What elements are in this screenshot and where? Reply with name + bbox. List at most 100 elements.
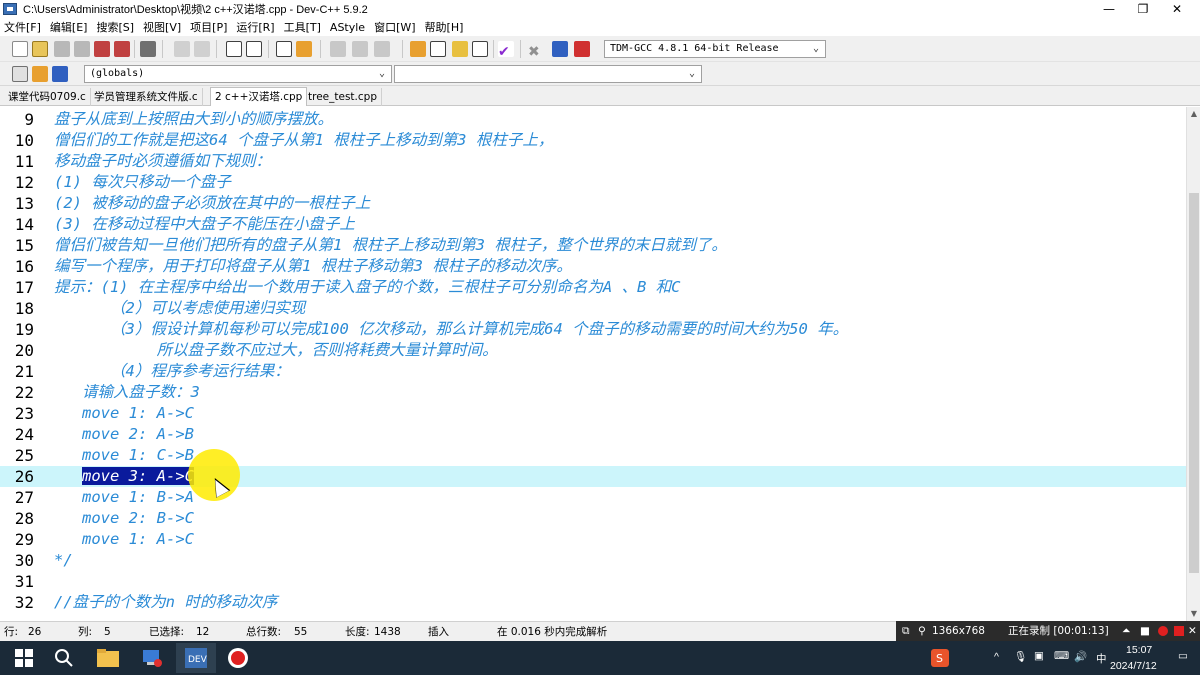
goto-line-icon[interactable]	[296, 41, 312, 57]
line-number: 27	[14, 488, 34, 507]
code-line: 30 */	[0, 550, 1186, 571]
code-line: 17 提示：(1) 在主程序中给出一个数用于读入盘子的个数，三根柱子可分别命名为A…	[0, 277, 1186, 298]
close-button[interactable]: ✕	[1154, 0, 1200, 18]
clock-date[interactable]: 2024/7/12	[1110, 660, 1157, 672]
scroll-down-icon[interactable]: ▼	[1187, 607, 1200, 621]
toolbar-separator	[216, 40, 217, 58]
tab-hanoi[interactable]: 2 c++汉诺塔.cpp	[210, 87, 308, 106]
menu-project[interactable]: 项目[P]	[190, 19, 227, 35]
recorder-collapse-icon[interactable]: ⏶	[1122, 621, 1130, 641]
network-app-icon[interactable]	[132, 643, 172, 673]
menu-window[interactable]: 窗口[W]	[374, 19, 415, 35]
tab-classroom-code[interactable]: 课堂代码0709.c	[4, 88, 91, 106]
scope-select[interactable]: (globals) ⌄	[84, 65, 392, 83]
pause-icon[interactable]	[1174, 626, 1184, 636]
undo-icon[interactable]	[174, 41, 190, 57]
print-icon[interactable]	[140, 41, 156, 57]
goto-icon[interactable]	[52, 66, 68, 82]
code-text: 僧侣们的工作就是把这64 个盘子从第1 根柱子上移动到第3 根柱子上，	[54, 131, 554, 149]
scope-value: (globals)	[90, 68, 145, 79]
status-col-label: 列:	[78, 626, 93, 638]
code-text: 僧侣们被告知一旦他们把所有的盘子从第1 根柱子上移动到第3 根柱子，整个世界的末…	[54, 236, 727, 254]
code-line: 12 (1) 每次只移动一个盘子	[0, 172, 1186, 193]
close-file-icon[interactable]	[94, 41, 110, 57]
volume-icon[interactable]: 🔊	[1074, 650, 1087, 663]
code-line: 15 僧侣们被告知一旦他们把所有的盘子从第1 根柱子上移动到第3 根柱子，整个世界…	[0, 235, 1186, 256]
forward-icon[interactable]	[352, 41, 368, 57]
check-syntax-icon[interactable]: ✔	[498, 41, 514, 60]
devcpp-taskbar-icon[interactable]: DEV	[176, 643, 216, 673]
ime-indicator[interactable]: 中	[1096, 651, 1107, 666]
compile-icon[interactable]	[410, 41, 426, 57]
clock-time[interactable]: 15:07	[1126, 644, 1152, 656]
sogou-ime-icon[interactable]: S	[920, 643, 960, 673]
back-icon[interactable]	[330, 41, 346, 57]
code-text: 所以盘子数不应过大，否则将耗费大量计算时间。	[54, 341, 498, 359]
record-icon[interactable]	[1158, 626, 1168, 636]
menu-search[interactable]: 搜索[S]	[96, 19, 134, 35]
recorder-status: 正在录制 [00:01:13]	[1008, 625, 1109, 637]
selected-text[interactable]: move 3: A->C	[82, 467, 194, 485]
open-file-icon[interactable]	[32, 41, 48, 57]
debug-icon[interactable]	[574, 41, 590, 57]
toggle-icon[interactable]	[32, 66, 48, 82]
vertical-scrollbar[interactable]: ▲ ▼	[1186, 107, 1200, 621]
rebuild-icon[interactable]	[472, 41, 488, 57]
tab-tree-test[interactable]: tree_test.cpp	[304, 88, 382, 106]
code-line: 19 （3）假设计算机每秒可以完成100 亿次移动，那么计算机完成64 个盘子的…	[0, 319, 1186, 340]
microphone-icon[interactable]: 🎙	[1014, 650, 1027, 663]
replace-icon[interactable]	[246, 41, 262, 57]
compiler-select[interactable]: TDM-GCC 4.8.1 64-bit Release ⌄	[604, 40, 826, 58]
zoom-icon[interactable]: ⚲	[918, 621, 926, 641]
menu-tools[interactable]: 工具[T]	[284, 19, 321, 35]
code-text: move 1: B->A	[54, 488, 194, 506]
camera-icon[interactable]: ⧉	[902, 621, 910, 641]
code-line: 28 move 2: B->C	[0, 508, 1186, 529]
new-file-icon[interactable]	[12, 41, 28, 57]
menu-file[interactable]: 文件[F]	[4, 19, 41, 35]
redo-icon[interactable]	[194, 41, 210, 57]
stop-icon[interactable]: ✖	[528, 41, 544, 60]
line-number: 15	[14, 236, 34, 255]
menu-run[interactable]: 运行[R]	[236, 19, 274, 35]
save-icon[interactable]	[54, 41, 70, 57]
save-all-icon[interactable]	[74, 41, 90, 57]
recorder-app-icon[interactable]	[218, 643, 258, 673]
recorder-close-icon[interactable]: ✕	[1188, 621, 1197, 641]
code-text: //盘子的个数为n 时的移动次序	[54, 593, 278, 611]
recorder-snapshot-icon[interactable]: ■	[1140, 621, 1150, 641]
scroll-up-icon[interactable]: ▲	[1187, 107, 1200, 121]
search-icon[interactable]	[44, 643, 84, 673]
tab-student-system[interactable]: 学员管理系统文件版.c	[90, 88, 203, 106]
menu-help[interactable]: 帮助[H]	[425, 19, 464, 35]
scroll-thumb[interactable]	[1189, 193, 1199, 573]
windows-start-icon[interactable]	[4, 643, 44, 673]
find-icon[interactable]	[226, 41, 242, 57]
editor-tabs: 课堂代码0709.c 学员管理系统文件版.c 2 c++汉诺塔.cpp tree…	[0, 86, 1200, 106]
code-editor[interactable]: 9 盘子从底到上按照由大到小的顺序摆放。 10 僧侣们的工作就是把这64 个盘子从第…	[0, 107, 1186, 621]
line-number: 30	[14, 551, 34, 570]
file-explorer-icon[interactable]	[88, 643, 128, 673]
menu-astyle[interactable]: AStyle	[330, 21, 365, 34]
chevron-down-icon: ⌄	[688, 68, 696, 79]
insert-icon[interactable]	[12, 66, 28, 82]
tray-app-icon[interactable]: ▣	[1034, 650, 1044, 662]
compile-run-icon[interactable]	[452, 41, 468, 57]
toolbar-separator	[520, 40, 521, 58]
bookmark-icon[interactable]	[374, 41, 390, 57]
code-line: 11 移动盘子时必须遵循如下规则：	[0, 151, 1186, 172]
code-text: move 2: A->B	[54, 425, 194, 443]
network-icon[interactable]: ⌨	[1054, 650, 1069, 662]
symbol-select[interactable]: ⌄	[394, 65, 702, 83]
notification-icon[interactable]: ▭	[1178, 650, 1188, 662]
line-number: 16	[14, 257, 34, 276]
menu-edit[interactable]: 编辑[E]	[50, 19, 88, 35]
tray-expand-icon[interactable]: ^	[994, 651, 999, 663]
run-icon[interactable]	[430, 41, 446, 57]
menu-view[interactable]: 视图[V]	[143, 19, 181, 35]
profile-icon[interactable]	[552, 41, 568, 57]
close-all-icon[interactable]	[114, 41, 130, 57]
code-line: 10 僧侣们的工作就是把这64 个盘子从第1 根柱子上移动到第3 根柱子上，	[0, 130, 1186, 151]
indent-icon[interactable]	[276, 41, 292, 57]
line-number: 10	[14, 131, 34, 150]
